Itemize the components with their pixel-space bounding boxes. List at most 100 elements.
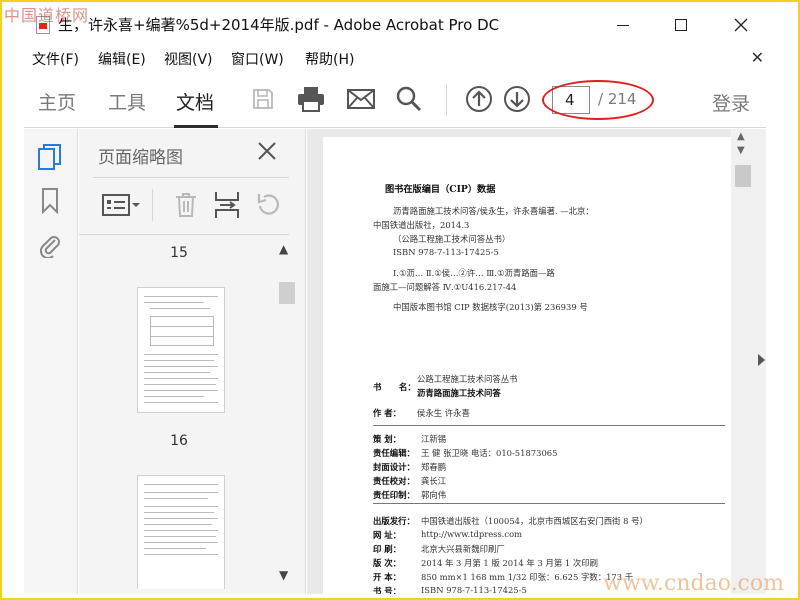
search-icon	[396, 86, 422, 112]
menu-help[interactable]: 帮助(H)	[305, 49, 354, 69]
credit-value: 龚长江	[421, 476, 447, 486]
insert-pages-icon	[215, 192, 239, 218]
author-label: 作 者：	[373, 408, 402, 418]
menu-edit[interactable]: 编辑(E)	[98, 49, 146, 69]
thumbnail-page-label: 16	[170, 433, 188, 449]
thumbnail-list: 15 16	[79, 234, 289, 589]
publish-label: 书 号：	[373, 586, 402, 594]
attachment-icon	[39, 236, 60, 258]
publish-value: ISBN 978-7-113-17425-5	[421, 585, 527, 594]
panel-toolbar	[79, 179, 306, 233]
rotate-pages-button[interactable]	[253, 189, 281, 221]
cip-line: 沥青路面施工技术问答/侯永生，许永喜编著. —北京：	[393, 206, 594, 216]
thumbnail-page[interactable]	[137, 475, 225, 589]
window-title: 生，许永喜+编著%5d+2014年版.pdf - Adobe Acrobat P…	[58, 16, 500, 34]
options-button[interactable]	[101, 189, 141, 221]
thumbnail-scrollbar[interactable]: ▲ ▼	[277, 234, 295, 589]
credit-label: 责任校对：	[373, 476, 415, 486]
cip-line: 面施工—问题解答 Ⅳ.①U416.217-44	[373, 282, 517, 292]
delete-pages-button[interactable]	[173, 189, 199, 221]
email-button[interactable]	[344, 82, 378, 116]
cip-line: （公路工程施工技术问答丛书）	[393, 234, 511, 244]
publish-value: 中国铁道出版社（100054，北京市西城区右安门西街 8 号）	[421, 516, 648, 526]
book-label-ming: 名：	[399, 382, 416, 392]
credit-label: 责任印制：	[373, 490, 415, 500]
minimize-icon	[617, 24, 629, 26]
tab-home[interactable]: 主页	[38, 88, 76, 115]
watermark-bottom: www.cndao.com	[603, 571, 784, 596]
minimize-button[interactable]	[600, 8, 646, 42]
arrow-up-icon	[466, 86, 492, 112]
search-button[interactable]	[392, 82, 426, 116]
previous-page-button[interactable]	[462, 82, 496, 116]
tab-document[interactable]: 文档	[176, 88, 214, 115]
cip-line: ISBN 978-7-113-17425-5	[393, 247, 499, 257]
mail-icon	[347, 89, 375, 109]
pages-icon	[38, 144, 61, 170]
arrow-down-icon	[504, 86, 530, 112]
bookmark-icon	[42, 188, 58, 214]
menu-bar: 文件(F) 编辑(E) 视图(V) 窗口(W) 帮助(H) ✕	[2, 46, 798, 72]
scroll-down-arrow[interactable]: ▼	[279, 568, 288, 582]
cip-title: 图书在版编目（CIP）数据	[385, 184, 496, 195]
author-value: 侯永生 许永喜	[417, 408, 470, 418]
maximize-button[interactable]	[658, 8, 704, 42]
credit-label: 封面设计：	[373, 462, 415, 472]
next-page-button[interactable]	[500, 82, 534, 116]
page-thumbnails-button[interactable]	[36, 143, 64, 171]
book-label-shu: 书	[373, 382, 382, 392]
menu-file[interactable]: 文件(F)	[32, 49, 79, 69]
panel-tool-divider	[152, 189, 153, 221]
close-icon	[258, 142, 276, 160]
book-series: 公路工程施工技术问答丛书	[417, 374, 518, 384]
sign-in-button[interactable]: 登录	[712, 89, 750, 116]
cip-line: 中国版本图书馆 CIP 数据核字(2013)第 236939 号	[393, 302, 588, 312]
close-icon	[734, 18, 748, 32]
panel-divider	[93, 177, 289, 178]
print-icon	[298, 87, 324, 112]
save-icon	[253, 89, 273, 109]
scroll-up-arrow[interactable]: ▲	[279, 242, 288, 256]
cip-line: Ⅰ.①沥… Ⅱ.①侯…②许… Ⅲ.①沥青路面—路	[393, 268, 555, 278]
bookmarks-button[interactable]	[36, 187, 64, 215]
tab-tools[interactable]: 工具	[108, 88, 146, 115]
scrollbar-thumb[interactable]	[735, 165, 751, 187]
app-window: 生，许永喜+编著%5d+2014年版.pdf - Adobe Acrobat P…	[0, 0, 800, 600]
publish-value: 850 mm×1 168 mm 1/32 印张：6.625 字数：173 千	[421, 572, 634, 582]
credit-label: 责任编辑：	[373, 448, 415, 458]
print-button[interactable]	[294, 82, 328, 116]
insert-pages-button[interactable]	[213, 189, 241, 221]
close-panel-button[interactable]	[257, 139, 277, 167]
trash-icon	[176, 193, 196, 217]
panel-title: 页面缩略图	[98, 148, 183, 168]
credit-value: 郭向伟	[421, 490, 447, 500]
scroll-up-arrow[interactable]: ▲	[737, 131, 745, 142]
title-bar: 生，许永喜+编著%5d+2014年版.pdf - Adobe Acrobat P…	[2, 2, 798, 46]
publish-value: http://www.tdpress.com	[421, 529, 523, 539]
scroll-down-arrow[interactable]: ▼	[737, 145, 745, 156]
publish-value: 2014 年 3 月第 1 版 2014 年 3 月第 1 次印刷	[421, 558, 598, 568]
save-button[interactable]	[246, 82, 280, 116]
pdf-page: 图书在版编目（CIP）数据 沥青路面施工技术问答/侯永生，许永喜编著. —北京：…	[323, 137, 735, 594]
expand-right-pane-arrow[interactable]	[758, 354, 765, 366]
menu-view[interactable]: 视图(V)	[164, 49, 213, 69]
credit-value: 郑春鹏	[421, 462, 447, 472]
close-document-button[interactable]: ✕	[751, 48, 764, 67]
scrollbar-thumb[interactable]	[279, 282, 295, 304]
credit-label: 策 划：	[373, 434, 402, 444]
publish-value: 北京大兴县新魏印刷厂	[421, 544, 505, 554]
document-scrollbar[interactable]: ▲ ▼	[731, 129, 755, 594]
credit-value: 王 健 张卫晓 电话：010-51873065	[421, 448, 558, 458]
thumbnail-page-label: 15	[170, 245, 188, 261]
close-window-button[interactable]	[718, 8, 764, 42]
thumbnail-page[interactable]	[137, 287, 225, 413]
attachments-button[interactable]	[36, 231, 64, 259]
undo-icon	[257, 194, 279, 215]
cip-line: 中国铁道出版社，2014.3	[373, 220, 470, 230]
book-title: 沥青路面施工技术问答	[417, 388, 501, 398]
menu-window[interactable]: 窗口(W)	[231, 49, 284, 69]
watermark-top: 中国道桥网	[4, 6, 90, 25]
page-rule	[373, 425, 725, 426]
page-options-icon	[102, 194, 140, 216]
publish-label: 网 址：	[373, 530, 402, 540]
